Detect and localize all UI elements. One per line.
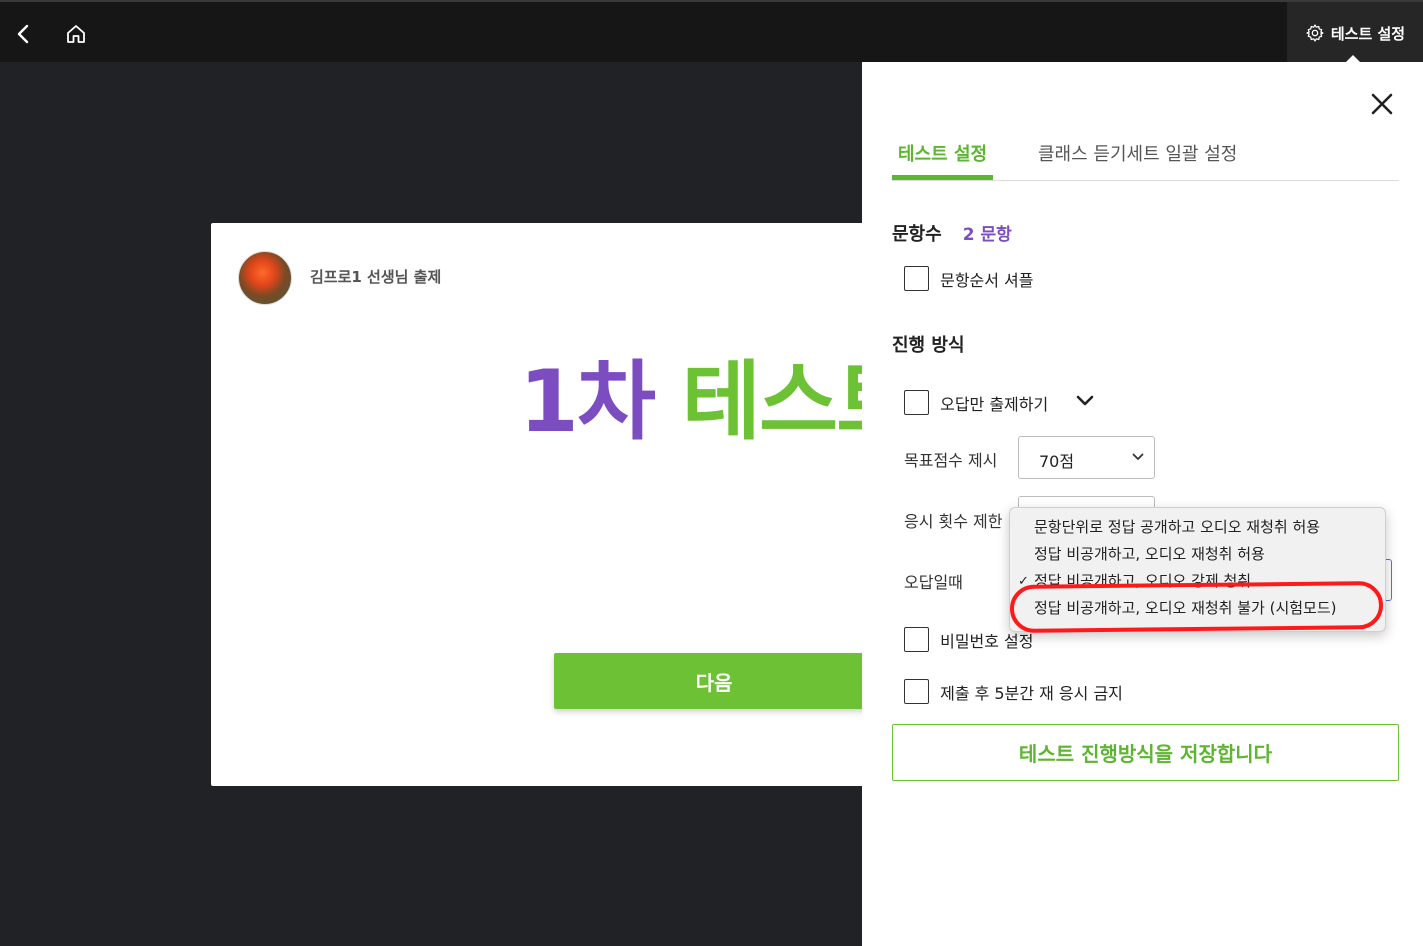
retake-ban-row: 제출 후 5분간 재 응시 금지 — [904, 679, 1123, 704]
top-bar: 테스트 설정 — [0, 0, 1423, 64]
attempt-limit-label: 응시 횟수 제한 — [904, 512, 1003, 531]
close-button[interactable] — [1368, 90, 1396, 118]
avatar — [238, 251, 292, 305]
retake-ban-label: 제출 후 5분간 재 응시 금지 — [940, 683, 1123, 703]
question-count-label: 문항수 — [892, 224, 942, 245]
shuffle-row: 문항순서 셔플 — [904, 266, 1034, 291]
settings-tabs: 테스트 설정 클래스 듣기세트 일괄 설정 — [892, 134, 1399, 181]
wrong-only-checkbox[interactable] — [904, 390, 929, 415]
home-button[interactable] — [64, 22, 88, 46]
chevron-down-icon — [1132, 453, 1144, 460]
question-count-value: 2 문항 — [962, 225, 1012, 245]
dropdown-option[interactable]: 정답 비공개하고, 오디오 재청취 불가 (시험모드) — [1010, 595, 1385, 622]
back-button[interactable] — [12, 22, 36, 46]
progress-method-title: 진행 방식 — [892, 335, 965, 356]
checkmark-icon: ✓ — [1018, 574, 1029, 589]
test-settings-button[interactable]: 테스트 설정 — [1287, 2, 1423, 64]
target-score-select[interactable]: 70점 — [1018, 436, 1155, 479]
dropdown-option-label: 정답 비공개하고, 오디오 재청취 불가 (시험모드) — [1034, 599, 1337, 617]
retake-ban-checkbox[interactable] — [904, 679, 929, 704]
dropdown-option-label: 문항단위로 정답 공개하고 오디오 재청취 허용 — [1034, 518, 1321, 536]
settings-panel: 테스트 설정 클래스 듣기세트 일괄 설정 문항수 2 문항 문항순서 셔플 진… — [862, 62, 1423, 946]
target-score-label: 목표점수 제시 — [904, 451, 998, 470]
author-name: 김프로1 선생님 출제 — [310, 268, 442, 286]
wrong-only-expand-button[interactable] — [1075, 393, 1095, 412]
dropdown-option-label: 정답 비공개하고, 오디오 강제 청취 — [1034, 572, 1252, 590]
shuffle-label: 문항순서 셔플 — [940, 270, 1034, 290]
on-wrong-dropdown-menu: 문항단위로 정답 공개하고 오디오 재청취 허용 정답 비공개하고, 오디오 재… — [1009, 507, 1386, 632]
dropdown-option-selected[interactable]: ✓ 정답 비공개하고, 오디오 강제 청취 — [1010, 568, 1385, 595]
dropdown-option[interactable]: 정답 비공개하고, 오디오 재청취 허용 — [1010, 541, 1385, 568]
question-count-row: 문항수 2 문항 — [892, 220, 1012, 246]
test-settings-label: 테스트 설정 — [1330, 24, 1406, 43]
close-icon — [1371, 93, 1393, 115]
home-icon — [67, 25, 85, 43]
test-title-number: 1차 — [519, 352, 656, 452]
next-button[interactable]: 다음 — [554, 653, 874, 709]
wrong-only-row: 오답만 출제하기 — [904, 390, 1095, 415]
chevron-left-icon — [17, 24, 29, 44]
gear-icon — [1306, 24, 1324, 42]
dropdown-option-label: 정답 비공개하고, 오디오 재청취 허용 — [1034, 545, 1265, 563]
on-wrong-label: 오답일때 — [904, 573, 963, 592]
chevron-down-icon — [1077, 395, 1094, 406]
password-label: 비밀번호 설정 — [940, 631, 1034, 651]
shuffle-checkbox[interactable] — [904, 266, 929, 291]
dropdown-option[interactable]: 문항단위로 정답 공개하고 오디오 재청취 허용 — [1010, 514, 1385, 541]
test-card: 김프로1 선생님 출제 1차 테스트 다음 — [211, 223, 911, 786]
test-title: 1차 테스트 — [519, 331, 911, 456]
save-settings-button[interactable]: 테스트 진행방식을 저장합니다 — [892, 724, 1399, 781]
target-score-value: 70점 — [1039, 452, 1075, 471]
tab-test-settings[interactable]: 테스트 설정 — [892, 140, 994, 180]
wrong-only-label: 오답만 출제하기 — [940, 394, 1049, 414]
password-checkbox[interactable] — [904, 627, 929, 652]
tab-class-listening-set[interactable]: 클래스 듣기세트 일괄 설정 — [1038, 140, 1237, 166]
